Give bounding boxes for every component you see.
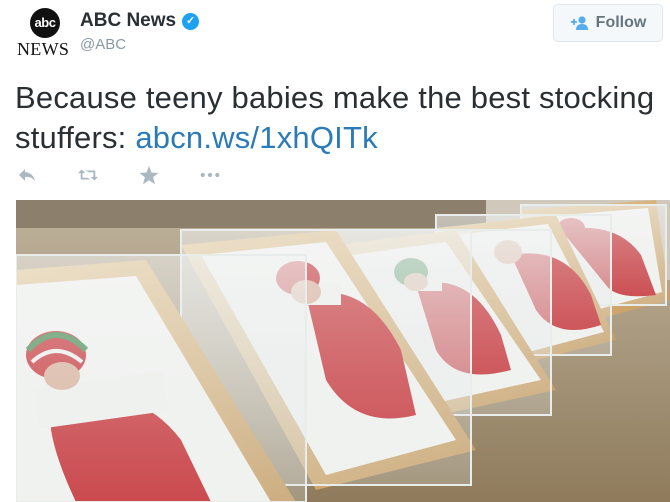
tweet-header: abc NEWS ABC News ✓ @ABC Follow bbox=[0, 0, 670, 70]
tweet-text: Because teeny babies make the best stock… bbox=[15, 78, 660, 158]
tweet-link[interactable]: abcn.ws/1xhQITk bbox=[135, 120, 377, 155]
account-name-row[interactable]: ABC News ✓ bbox=[80, 9, 200, 33]
bassinet-1 bbox=[16, 254, 307, 502]
newborns-in-stockings-image bbox=[16, 200, 670, 502]
account-handle[interactable]: @ABC bbox=[80, 36, 126, 53]
abc-logo-news-text: NEWS bbox=[17, 39, 70, 59]
display-name[interactable]: ABC News bbox=[80, 10, 176, 32]
reply-icon bbox=[19, 169, 35, 181]
more-icon bbox=[200, 172, 220, 178]
retweet-button[interactable] bbox=[78, 165, 98, 185]
favorite-button[interactable] bbox=[139, 165, 159, 185]
abc-logo-circle: abc bbox=[30, 8, 60, 38]
reply-button[interactable] bbox=[17, 165, 37, 185]
star-icon bbox=[139, 165, 159, 184]
follow-button[interactable]: Follow bbox=[553, 4, 663, 42]
abc-news-logo[interactable]: abc NEWS bbox=[17, 8, 69, 59]
tweet-photo[interactable] bbox=[16, 200, 670, 502]
add-user-icon bbox=[570, 16, 588, 30]
verified-badge-icon: ✓ bbox=[182, 12, 200, 30]
tweet-actions bbox=[17, 163, 261, 187]
retweet-icon bbox=[78, 169, 98, 181]
follow-label: Follow bbox=[595, 14, 647, 31]
more-button[interactable] bbox=[200, 165, 220, 185]
